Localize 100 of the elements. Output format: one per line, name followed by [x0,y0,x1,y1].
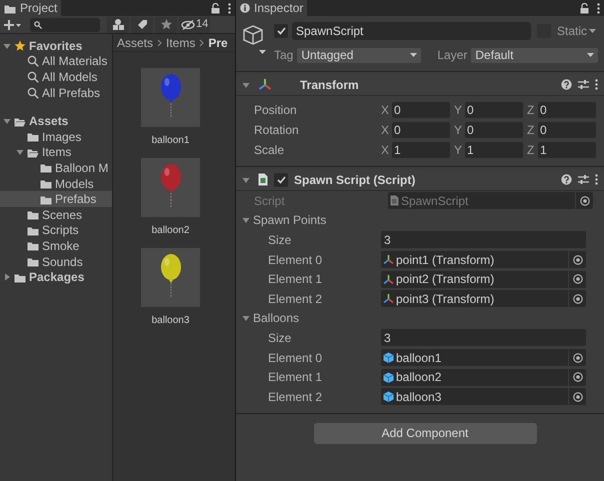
expanded-caret-icon[interactable] [242,176,250,184]
help-icon[interactable] [561,174,572,185]
number-field[interactable]: 0 [392,122,450,138]
expanded-caret-icon[interactable] [242,314,250,322]
toolbar-button[interactable] [107,16,129,32]
expanded-caret-icon[interactable] [242,216,250,224]
property-label: Element 0 [268,350,324,367]
tree-item[interactable]: Balloon M [0,160,112,176]
number-field[interactable]: 0 [538,122,596,138]
object-field[interactable]: balloon1 [381,349,586,366]
object-picker-icon[interactable] [572,392,582,402]
number-field[interactable]: 1 [392,142,450,158]
help-icon[interactable] [561,79,572,90]
number-field[interactable]: 0 [465,102,523,118]
object-field[interactable]: point1 (Transform) [381,251,586,268]
tree-item[interactable]: All Materials [0,54,112,70]
dropdown[interactable]: Default [471,48,598,62]
object-picker-icon[interactable] [572,372,582,382]
collapsed-caret-icon[interactable] [3,273,11,282]
preset-sliders-icon[interactable] [578,174,589,185]
more-options-icon[interactable] [597,2,600,14]
tree-item[interactable]: Favorites [0,38,112,54]
search-field[interactable] [30,18,100,32]
prefab-cube-icon [383,372,394,383]
number-field[interactable]: 0 [465,122,523,138]
transform-axes-icon [383,293,394,304]
object-field[interactable]: point2 (Transform) [381,270,586,288]
transform-axes-icon [383,274,394,285]
number-field[interactable]: 1 [538,142,596,158]
object-field[interactable]: balloon2 [381,368,586,386]
tree-item[interactable]: Prefabs [0,191,112,207]
dropdown-caret-icon [589,29,596,33]
expanded-caret-icon[interactable] [242,80,250,88]
object-picker-icon[interactable] [572,352,582,363]
lock-icon[interactable] [580,2,589,14]
checkmark-icon [276,27,286,35]
tree-item[interactable]: Items [0,144,112,160]
object-picker-icon[interactable] [572,254,582,265]
tree-item[interactable]: Assets [0,113,112,129]
dropdown-caret-icon [410,53,418,57]
folder-icon [14,272,26,283]
preset-sliders-icon[interactable] [578,79,589,90]
object-field[interactable]: point3 (Transform) [381,290,586,308]
tree-item[interactable]: Packages [0,269,112,285]
tree-item[interactable]: All Models [0,69,112,85]
folder-icon [27,256,39,268]
checkbox[interactable] [274,24,288,38]
axis-label: Y [454,122,464,139]
number-field[interactable]: 0 [538,102,596,118]
expanded-caret-icon[interactable] [3,117,11,126]
object-field[interactable]: balloon3 [381,388,586,406]
dropdown[interactable]: Untagged [297,48,422,62]
chevron-icon [199,38,204,46]
expanded-caret-icon[interactable] [3,42,11,50]
static-dropdown[interactable]: Static [556,22,598,40]
add-component-button[interactable]: Add Component [314,422,536,444]
toolbar-button[interactable] [155,16,177,32]
number-field[interactable]: 3 [381,231,586,248]
lock-icon[interactable] [211,2,220,14]
property-label: Element 2 [268,290,324,308]
property-label: Element 0 [268,252,324,269]
breadcrumb-item[interactable]: Items [166,34,196,51]
star-icon [160,18,172,31]
project-tab[interactable]: Project [0,0,62,16]
property-label: Size [268,232,292,249]
number-field[interactable]: 3 [381,329,586,346]
asset-name[interactable]: balloon1 [152,133,190,148]
tree-item[interactable]: Scripts [0,222,112,238]
hidden-packages-button[interactable]: 14 [179,16,210,32]
object-picker-icon[interactable] [572,274,582,284]
tree-item[interactable]: Models [0,176,112,192]
property-label: Element 1 [268,271,324,288]
asset-name[interactable]: balloon3 [152,313,190,328]
breadcrumb-item[interactable]: Assets [117,34,154,51]
number-field[interactable]: 0 [392,102,450,118]
add-dropdown-icon[interactable] [4,18,22,30]
more-options-icon[interactable] [595,79,598,90]
open-folder-icon [27,146,39,158]
number-field[interactable]: 1 [465,142,523,158]
toolbar-button[interactable] [131,16,153,32]
folder-icon [27,209,39,220]
tree-item[interactable]: All Prefabs [0,84,112,100]
inspector-tab[interactable]: Inspector [236,0,308,16]
filter-by-type-icon [112,18,124,31]
asset-name[interactable]: balloon2 [152,223,190,238]
array-label: Spawn Points [253,212,326,230]
more-options-icon[interactable] [595,174,598,185]
checkbox[interactable] [274,172,288,186]
tree-item[interactable]: Smoke [0,238,112,254]
tree-item[interactable]: Scenes [0,206,112,223]
object-name-field[interactable]: SpawnScript [292,22,531,40]
property-label: Script [254,192,286,210]
axis-label: X [381,122,390,139]
tree-item[interactable]: Images [0,128,112,145]
expanded-caret-icon[interactable] [16,148,24,156]
breadcrumb-item[interactable]: Pre [208,34,228,51]
object-picker-icon[interactable] [572,294,582,304]
axis-label: Z [527,102,536,119]
more-options-icon[interactable] [228,2,231,14]
tree-item[interactable]: Sounds [0,254,112,270]
